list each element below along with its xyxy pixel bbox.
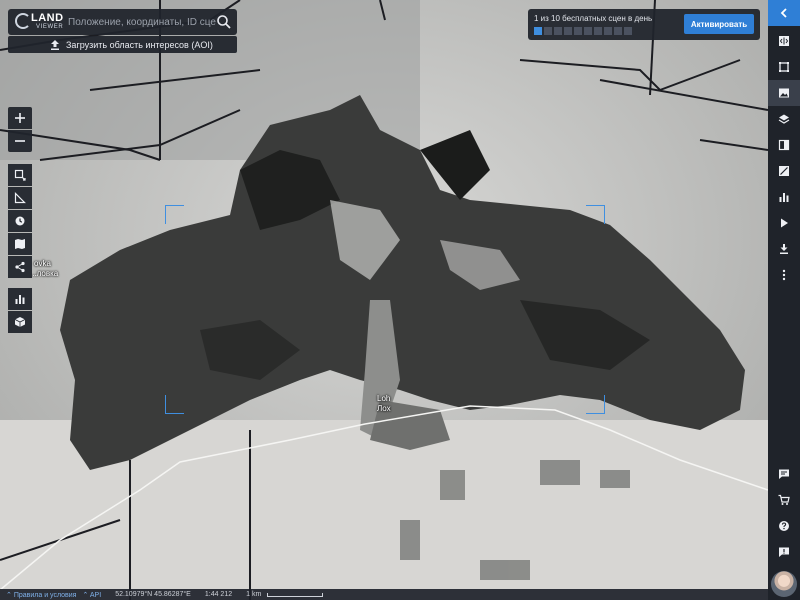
activate-button[interactable]: Активировать	[684, 14, 754, 34]
ruler-tool[interactable]	[8, 187, 32, 209]
map-book-icon	[15, 239, 25, 249]
compare-icon	[779, 36, 789, 46]
download-icon	[780, 244, 788, 254]
aoi-corner-top-right	[586, 205, 605, 224]
cart-button[interactable]	[768, 487, 800, 513]
right-sidebar	[768, 0, 800, 600]
help-icon	[779, 521, 789, 531]
more-icon	[782, 269, 786, 281]
quota-square	[574, 27, 582, 35]
imagery-button[interactable]	[768, 80, 800, 106]
aoi-corner-bottom-right	[586, 395, 605, 414]
image-icon	[779, 88, 789, 98]
crop-button[interactable]	[768, 54, 800, 80]
quota-square	[614, 27, 622, 35]
quota-square	[544, 27, 552, 35]
feedback-button[interactable]	[768, 461, 800, 487]
chevron-up-icon: ⌃	[6, 591, 12, 599]
chat-icon	[779, 547, 789, 557]
map-label-town-cyrillic: Лох	[377, 404, 391, 413]
terms-link[interactable]: ⌃ Правила и условия	[6, 591, 76, 599]
split-view-icon	[778, 139, 790, 151]
compare-button[interactable]	[768, 28, 800, 54]
index-button[interactable]	[768, 158, 800, 184]
scale-bar	[267, 592, 324, 597]
crop-icon	[779, 62, 789, 72]
satellite-map[interactable]: Loh Лох ovka ...ловка	[0, 0, 768, 600]
chart-tool[interactable]	[8, 288, 32, 310]
quota-text: 1 из 10 бесплатных сцен в день	[534, 14, 653, 23]
quota-square	[594, 27, 602, 35]
api-link[interactable]: ⌃ API	[82, 591, 101, 599]
time-icon	[15, 216, 25, 226]
map-label-village-cyrillic: ...ловка	[30, 269, 59, 278]
cart-icon	[778, 494, 790, 505]
zoom-in-icon	[15, 113, 25, 123]
share-tool[interactable]	[8, 256, 32, 278]
ruler-icon	[14, 192, 26, 204]
map-imagery	[0, 0, 768, 600]
play-timelapse-button[interactable]	[768, 210, 800, 236]
zoom-in-button[interactable]	[8, 107, 32, 129]
search-input[interactable]	[68, 13, 216, 31]
quota-progress	[534, 27, 632, 35]
map-book-tool[interactable]	[8, 233, 32, 255]
status-bar: ⌃ Правила и условия ⌃ API 52.10979°N 45.…	[0, 589, 768, 600]
scene-quota-panel: 1 из 10 бесплатных сцен в день Активиров…	[528, 9, 760, 40]
search-panel: LAND VIEWER	[8, 9, 237, 35]
scale-ratio: 1:44 212	[204, 591, 233, 598]
quota-square	[584, 27, 592, 35]
chat-button[interactable]	[768, 539, 800, 565]
aoi-corner-bottom-left	[165, 395, 184, 414]
scale-label: 1 km	[246, 591, 262, 598]
feedback-icon	[779, 469, 789, 479]
search-icon[interactable]	[215, 13, 233, 31]
chevron-left-icon	[780, 8, 787, 18]
cube-icon	[14, 317, 26, 327]
select-area-icon	[14, 169, 26, 181]
analytics-button[interactable]	[768, 184, 800, 210]
chevron-up-icon: ⌃	[82, 591, 89, 599]
quota-square	[564, 27, 572, 35]
upload-icon	[51, 39, 59, 50]
split-view-button[interactable]	[768, 132, 800, 158]
quota-square	[604, 27, 612, 35]
chart-icon	[15, 295, 25, 304]
layers-button[interactable]	[768, 106, 800, 132]
zoom-out-button[interactable]	[8, 130, 32, 152]
analytics-icon	[779, 193, 789, 202]
time-tool[interactable]	[8, 210, 32, 232]
3d-view-tool[interactable]	[8, 311, 32, 333]
land-viewer-logo: LAND VIEWER	[14, 11, 64, 33]
index-icon	[779, 166, 789, 176]
play-icon	[781, 218, 788, 228]
map-label-village-latin: ovka	[34, 259, 51, 268]
aoi-corner-top-left	[165, 205, 184, 224]
layers-icon	[778, 114, 790, 124]
user-avatar[interactable]	[771, 571, 797, 597]
quota-square	[534, 27, 542, 35]
download-button[interactable]	[768, 236, 800, 262]
map-label-town-latin: Loh	[377, 394, 391, 403]
quota-square	[554, 27, 562, 35]
zoom-out-icon	[15, 140, 25, 142]
upload-aoi-label: Загрузить область интересов (AOI)	[66, 39, 213, 50]
cursor-coordinates: 52.10979°N 45.86287°E	[115, 591, 191, 598]
select-area-tool[interactable]	[8, 164, 32, 186]
help-button[interactable]	[768, 513, 800, 539]
upload-aoi-button[interactable]: Загрузить область интересов (AOI)	[8, 36, 237, 53]
share-icon	[15, 261, 25, 273]
quota-square	[624, 27, 632, 35]
collapse-sidebar-button[interactable]	[768, 0, 800, 26]
more-button[interactable]	[768, 262, 800, 288]
